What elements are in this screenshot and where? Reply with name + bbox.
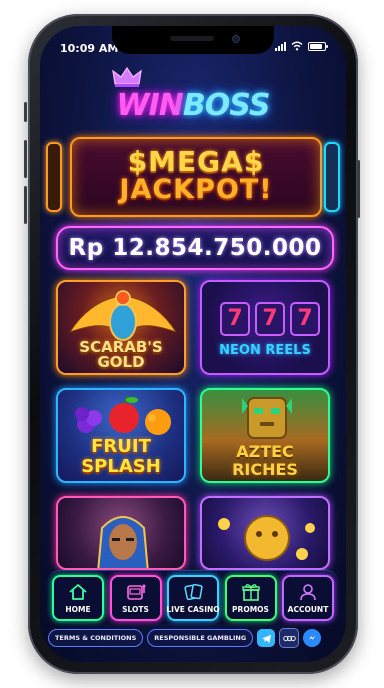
brand-part-1: WIN bbox=[116, 88, 184, 123]
app-screen: 10:09 AM WINBOSS $MEGA$ JACKPOT! Rp 12.8… bbox=[40, 26, 346, 662]
nav-account-label: ACCOUNT bbox=[287, 604, 329, 614]
nav-slots-label: SLOTS bbox=[122, 604, 149, 614]
nav-slots[interactable]: SLOTS bbox=[109, 575, 162, 621]
chat-icon bbox=[282, 635, 296, 641]
game-tile-aztec-riches[interactable]: AZTEC RICHES bbox=[200, 388, 330, 483]
nav-promos[interactable]: PROMOS bbox=[224, 575, 277, 621]
jackpot-counter: Rp 12.854.750.000 bbox=[56, 226, 334, 270]
game-title-line-2: RICHES bbox=[232, 460, 298, 479]
user-icon bbox=[300, 583, 316, 600]
slot-reels: 7 7 7 bbox=[220, 302, 320, 336]
terms-link[interactable]: TERMS & CONDITIONS bbox=[48, 629, 144, 647]
cards-icon bbox=[184, 583, 203, 600]
game-tile-neon-reels[interactable]: 7 7 7 NEON REELS bbox=[200, 280, 330, 375]
speaker bbox=[170, 36, 214, 41]
reel-2: 7 bbox=[255, 302, 285, 336]
game-tile-gold-idol[interactable] bbox=[200, 496, 330, 570]
banner-line-2: JACKPOT! bbox=[119, 174, 273, 205]
wifi-icon bbox=[291, 41, 303, 51]
bottom-nav: HOME SLOTS LIVE CASINO PROMOS ACCOUNT bbox=[48, 570, 338, 624]
nav-home-label: HOME bbox=[65, 604, 91, 614]
signal-icon bbox=[275, 41, 286, 51]
nav-account[interactable]: ACCOUNT bbox=[282, 575, 334, 621]
status-icons bbox=[275, 41, 328, 51]
reel-3: 7 bbox=[290, 302, 320, 336]
phone-volume-down bbox=[24, 186, 27, 224]
phone-volume-up bbox=[24, 140, 27, 178]
telegram-icon bbox=[261, 634, 271, 643]
messenger-button[interactable] bbox=[303, 629, 322, 647]
messenger-icon bbox=[308, 635, 316, 640]
mega-jackpot-banner[interactable]: $MEGA$ JACKPOT! bbox=[70, 137, 322, 217]
reel-1: 7 bbox=[220, 302, 250, 336]
scarab-icon bbox=[68, 290, 178, 341]
notch bbox=[112, 26, 274, 54]
carousel-next-slide[interactable] bbox=[324, 142, 340, 212]
brand-part-2: BOSS bbox=[182, 88, 271, 123]
phone-power-button bbox=[357, 160, 360, 218]
gold-idol-icon bbox=[218, 515, 315, 561]
aztec-mask-icon bbox=[242, 397, 292, 439]
game-title-line-1: FRUIT bbox=[91, 436, 151, 457]
home-icon bbox=[69, 583, 87, 600]
phone-mute-switch bbox=[24, 102, 27, 122]
nav-live-casino[interactable]: LIVE CASINO bbox=[166, 575, 220, 621]
responsible-gambling-link[interactable]: RESPONSIBLE GAMBLING bbox=[147, 629, 254, 647]
front-camera bbox=[232, 35, 240, 43]
telegram-button[interactable] bbox=[257, 629, 276, 647]
nav-promos-label: PROMOS bbox=[232, 604, 269, 614]
carousel-prev-slide[interactable] bbox=[46, 142, 62, 212]
game-title-line-2: SPLASH bbox=[81, 456, 161, 477]
chat-button[interactable] bbox=[279, 628, 300, 648]
game-tile-scarabs-gold[interactable]: SCARAB'S GOLD bbox=[56, 280, 186, 375]
brand-logo[interactable]: WINBOSS bbox=[40, 88, 346, 123]
footer-bar: TERMS & CONDITIONS RESPONSIBLE GAMBLING bbox=[48, 628, 340, 648]
crown-icon bbox=[112, 66, 142, 87]
game-title: NEON REELS bbox=[219, 343, 311, 358]
slot-machine-icon bbox=[126, 584, 145, 600]
battery-icon bbox=[308, 41, 328, 51]
game-title-line-2: GOLD bbox=[97, 353, 145, 371]
game-tile-pharaoh[interactable] bbox=[56, 496, 186, 570]
game-title-line-1: AZTEC bbox=[236, 442, 294, 461]
pharaoh-icon bbox=[97, 516, 149, 568]
gift-icon bbox=[241, 583, 260, 601]
nav-live-label: LIVE CASINO bbox=[166, 604, 220, 614]
nav-home[interactable]: HOME bbox=[52, 575, 104, 621]
status-time: 10:09 AM bbox=[60, 42, 119, 55]
game-tile-fruit-splash[interactable]: FRUIT SPLASH bbox=[56, 388, 186, 483]
